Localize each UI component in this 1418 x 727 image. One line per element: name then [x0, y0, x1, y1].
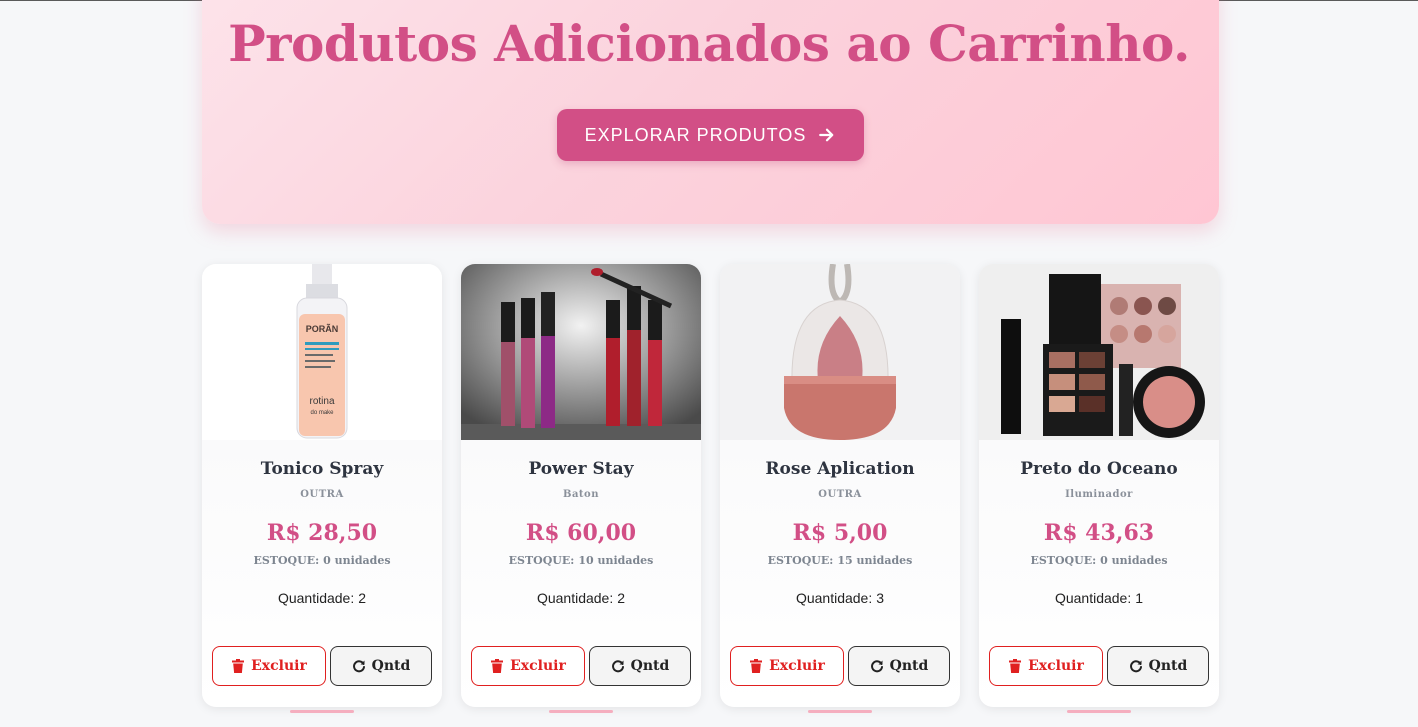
product-quantity: Quantidade: 1 [979, 590, 1219, 606]
product-category: Iluminador [1065, 489, 1133, 500]
product-price: R$ 43,63 [1043, 520, 1155, 546]
qty-button-label: Qntd [1148, 658, 1188, 674]
card-underline [290, 710, 354, 713]
explore-products-button[interactable]: EXPLORAR PRODUTOS [557, 109, 864, 161]
delete-label: Excluir [1028, 658, 1084, 674]
delete-button[interactable]: Excluir [471, 646, 585, 686]
update-quantity-button[interactable]: Qntd [330, 646, 432, 686]
product-name: Rose Aplication [765, 459, 915, 479]
product-category: Baton [563, 489, 599, 500]
product-name: Power Stay [528, 459, 634, 479]
refresh-icon [1129, 660, 1142, 673]
update-quantity-button[interactable]: Qntd [589, 646, 691, 686]
svg-text:do make: do make [310, 410, 334, 416]
qty-button-label: Qntd [371, 658, 411, 674]
delete-label: Excluir [510, 658, 566, 674]
product-price: R$ 5,00 [792, 520, 888, 546]
refresh-icon [352, 660, 365, 673]
delete-button[interactable]: Excluir [212, 646, 326, 686]
trash-icon [750, 659, 763, 673]
card-underline [549, 710, 613, 713]
product-stock: ESTOQUE: 10 unidades [461, 554, 701, 567]
card-underline [808, 710, 872, 713]
quantity-label: Quantidade: [795, 590, 873, 606]
refresh-icon [611, 660, 624, 673]
product-card: Rose Aplication OUTRA R$ 5,00 ESTOQUE: 15… [720, 264, 960, 707]
refresh-icon [870, 660, 883, 673]
update-quantity-button[interactable]: Qntd [1107, 646, 1209, 686]
product-quantity: Quantidade: 2 [461, 590, 701, 606]
page-title: Produtos Adicionados ao Carrinho. [228, 14, 1190, 73]
product-stock: ESTOQUE: 15 unidades [720, 554, 960, 567]
card-underline [1067, 710, 1131, 713]
quantity-value: 3 [876, 590, 885, 606]
stock-label: ESTOQUE: [1030, 554, 1097, 567]
trash-icon [1009, 659, 1022, 673]
quantity-label: Quantidade: [1054, 590, 1132, 606]
stock-value: 10 unidades [578, 554, 654, 567]
product-stock: ESTOQUE: 0 unidades [979, 554, 1219, 567]
delete-label: Excluir [769, 658, 825, 674]
quantity-value: 2 [358, 590, 367, 606]
product-quantity: Quantidade: 3 [720, 590, 960, 606]
product-quantity: Quantidade: 2 [202, 590, 442, 606]
explore-products-label: EXPLORAR PRODUTOS [584, 124, 807, 145]
stock-value: 15 unidades [837, 554, 913, 567]
product-image [720, 264, 960, 440]
product-stock: ESTOQUE: 0 unidades [202, 554, 442, 567]
product-image: PORÃN rotina do make [202, 264, 442, 440]
product-category: OUTRA [818, 489, 862, 500]
product-name: Preto do Oceano [1020, 459, 1178, 479]
product-card: Power Stay Baton R$ 60,00 ESTOQUE: 10 uni… [461, 264, 701, 707]
product-image [979, 264, 1219, 440]
trash-icon [232, 659, 245, 673]
quantity-value: 1 [1135, 590, 1144, 606]
product-image [461, 264, 701, 440]
arrow-right-icon [819, 128, 834, 142]
stock-label: ESTOQUE: [253, 554, 320, 567]
stock-label: ESTOQUE: [767, 554, 834, 567]
delete-button[interactable]: Excluir [730, 646, 844, 686]
stock-value: 0 unidades [323, 554, 391, 567]
delete-label: Excluir [251, 658, 307, 674]
product-card: PORÃN rotina do make Tonico Spray OUTRA … [202, 264, 442, 707]
qty-button-label: Qntd [889, 658, 929, 674]
product-category: OUTRA [300, 489, 344, 500]
qty-button-label: Qntd [630, 658, 670, 674]
product-card: Preto do Oceano Iluminador R$ 43,63 ESTO… [979, 264, 1219, 707]
stock-value: 0 unidades [1100, 554, 1168, 567]
svg-text:rotina: rotina [309, 396, 334, 407]
stock-label: ESTOQUE: [508, 554, 575, 567]
product-name: Tonico Spray [260, 459, 384, 479]
svg-text:PORÃN: PORÃN [306, 324, 339, 334]
delete-button[interactable]: Excluir [989, 646, 1103, 686]
quantity-label: Quantidade: [277, 590, 355, 606]
trash-icon [491, 659, 504, 673]
update-quantity-button[interactable]: Qntd [848, 646, 950, 686]
product-price: R$ 60,00 [525, 520, 637, 546]
quantity-label: Quantidade: [536, 590, 614, 606]
quantity-value: 2 [617, 590, 626, 606]
product-price: R$ 28,50 [266, 520, 378, 546]
